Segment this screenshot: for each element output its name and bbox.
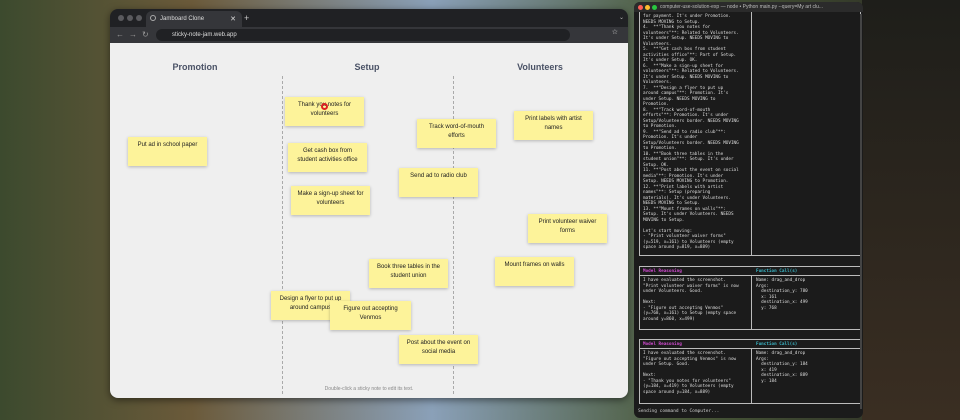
function-call-label: Function Call(s) [756,342,798,347]
reload-icon[interactable]: ↻ [142,30,149,39]
status-line: Sending command to Computer... [638,409,720,414]
sticky-note[interactable]: Thank you notes for volunteers [285,97,364,126]
function-call-text: Name: drag_and_drop Args: destination_y:… [756,351,808,384]
column-header-setup: Setup [354,62,380,72]
log-pane: for payment. It's under Promotion. NEEDS… [639,12,861,256]
reasoning-text: I have evaluated the screenshot. "Print … [643,278,739,322]
new-tab-button[interactable]: + [244,13,249,23]
forward-icon[interactable]: → [129,30,137,39]
browser-window: Jamboard Clone ✕ + ⌄ ← → ↻ sticky-note-j… [110,9,628,398]
sticky-note[interactable]: Send ad to radio club [399,168,478,197]
sticky-note[interactable]: Make a sign-up sheet for volunteers [291,186,370,215]
close-tab-icon[interactable]: ✕ [230,15,236,23]
function-call-text: Name: drag_and_drop Args: destination_y:… [756,278,808,311]
panel-header: Model Reasoning Function Call(s) [640,340,860,349]
tab-jamboard[interactable]: Jamboard Clone ✕ [146,11,242,27]
column-divider [282,76,283,394]
sticky-note[interactable]: Put ad in school paper [128,137,207,166]
tab-search-icon[interactable]: ⌄ [619,14,624,21]
desktop-background [862,0,960,420]
close-window-button[interactable] [118,15,124,21]
back-icon[interactable]: ← [116,30,124,39]
sticky-note[interactable]: Print labels with artist names [514,111,593,140]
function-call-label: Function Call(s) [756,269,798,274]
minimize-window-button[interactable] [645,5,650,10]
globe-icon [150,15,156,21]
click-indicator-icon [321,103,328,110]
scrollbar[interactable] [860,14,862,409]
sticky-note[interactable]: Mount frames on walls [495,257,574,286]
url-input[interactable]: sticky-note-jam.web.app [156,29,570,41]
tab-title: Jamboard Clone [160,16,205,22]
column-header-promotion: Promotion [172,62,218,72]
maximize-window-button[interactable] [136,15,142,21]
sticky-note[interactable]: Print volunteer waiver forms [528,214,607,243]
reasoning-panel: Model Reasoning Function Call(s) I have e… [639,266,861,330]
reasoning-panel: Model Reasoning Function Call(s) I have e… [639,339,861,404]
terminal-title-bar: computer-use-solution-exp — node • Pytho… [634,2,863,12]
sticky-note[interactable]: Post about the event on social media [399,335,478,364]
close-window-button[interactable] [638,5,643,10]
sticky-note[interactable]: Figure out accepting Venmos [330,301,411,330]
edit-hint: Double-click a sticky note to edit its t… [324,386,414,392]
terminal-title: computer-use-solution-exp — node • Pytho… [660,4,824,10]
reasoning-label: Model Reasoning [643,342,682,347]
jamboard-canvas[interactable]: Promotion Setup Volunteers Thank you not… [110,43,628,398]
sticky-note[interactable]: Book three tables in the student union [369,259,448,288]
minimize-window-button[interactable] [127,15,133,21]
column-header-volunteers: Volunteers [517,62,563,72]
log-text: for payment. It's under Promotion. NEEDS… [640,12,752,255]
terminal-window: computer-use-solution-exp — node • Pytho… [634,2,863,418]
sticky-note[interactable]: Track word-of-mouth efforts [417,119,496,148]
address-bar-row: ← → ↻ sticky-note-jam.web.app ☆ [110,27,628,43]
maximize-window-button[interactable] [652,5,657,10]
reasoning-text: I have evaluated the screenshot. "Figure… [643,351,737,395]
tab-bar: Jamboard Clone ✕ + ⌄ [110,9,628,27]
reasoning-label: Model Reasoning [643,269,682,274]
bookmark-star-icon[interactable]: ☆ [612,28,618,36]
panel-header: Model Reasoning Function Call(s) [640,267,860,276]
sticky-note[interactable]: Get cash box from student activities off… [288,143,367,172]
url-text: sticky-note-jam.web.app [172,32,237,38]
